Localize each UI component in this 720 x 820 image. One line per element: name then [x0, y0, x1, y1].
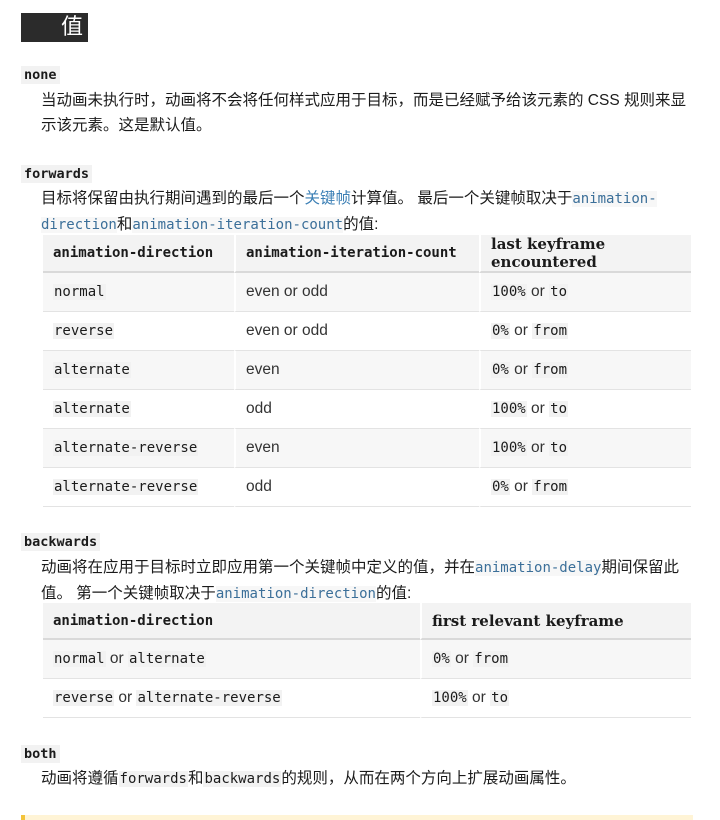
count-cell: even [234, 351, 479, 390]
backwards-desc-text-a: 动画将在应用于目标时立即应用第一个关键帧中定义的值，并在 [41, 559, 476, 576]
count-cell: odd [234, 390, 479, 429]
keyframe-cell: 0% or from [479, 351, 691, 390]
animation-iteration-count-link[interactable]: animation-iteration-count [132, 217, 344, 233]
table-row: alternate-reverse even 100% or to [43, 429, 691, 468]
table-row: alternate odd 100% or to [43, 390, 691, 429]
table-row: alternate-reverse odd 0% or from [43, 468, 691, 507]
direction-cell: alternate-reverse [43, 429, 234, 468]
term-forwards: forwards [21, 165, 93, 183]
forwards-code: forwards [118, 771, 188, 787]
backwards-description: 动画将在应用于目标时立即应用第一个关键帧中定义的值，并在animation-de… [41, 555, 696, 607]
both-desc-text-b: 和 [187, 770, 204, 787]
direction-cell: reverse [43, 312, 234, 351]
column-header: first relevant keyframe [420, 603, 691, 640]
document: 值 none 当动画未执行时，动画将不会将任何样式应用于目标，而是已经赋予给该元… [0, 0, 720, 820]
table-row: normal or alternate 0% or from [43, 640, 691, 679]
column-header: animation-direction [43, 603, 420, 640]
forwards-desc-text-a: 目标将保留由执行期间遇到的最后一个 [41, 190, 305, 207]
keyframe-cell: 0% or from [479, 468, 691, 507]
note-callout [21, 815, 693, 820]
term-both: both [21, 745, 60, 763]
keyframe-cell: 100% or to [479, 273, 691, 312]
animation-delay-link[interactable]: animation-delay [475, 560, 602, 576]
term-none: none [21, 66, 60, 84]
table-header-row: animation-direction animation-iteration-… [43, 235, 691, 273]
direction-cell: alternate-reverse [43, 468, 234, 507]
table-header-row: animation-direction first relevant keyfr… [43, 603, 691, 640]
table-row: normal even or odd 100% or to [43, 273, 691, 312]
term-backwards: backwards [21, 533, 101, 551]
forwards-desc-text-c: 和 [116, 216, 133, 233]
direction-cell: alternate [43, 351, 234, 390]
keyframe-link[interactable]: 关键帧 [305, 190, 352, 207]
none-description: 当动画未执行时，动画将不会将任何样式应用于目标，而是已经赋予给该元素的 CSS … [41, 92, 686, 134]
forwards-desc-text-b: 计算值。 最后一个关键帧取决于 [351, 190, 573, 207]
count-cell: even or odd [234, 312, 479, 351]
count-cell: odd [234, 468, 479, 507]
forwards-description: 目标将保留由执行期间遇到的最后一个关键帧计算值。 最后一个关键帧取决于 anima… [41, 186, 696, 238]
table-row: reverse even or odd 0% or from [43, 312, 691, 351]
keyframe-cell: 100% or to [420, 679, 691, 718]
column-header: animation-direction [43, 235, 234, 273]
section-heading: 值 [21, 13, 88, 42]
note-callout-accent [21, 815, 25, 820]
both-description: 动画将遵循forwards和backwards的规则，从而在两个方向上扩展动画属… [41, 766, 696, 792]
count-cell: even or odd [234, 273, 479, 312]
keyframe-cell: 0% or from [420, 640, 691, 679]
both-desc-text-c: 的规则，从而在两个方向上扩展动画属性。 [281, 770, 576, 787]
count-cell: even [234, 429, 479, 468]
keyframe-cell: 0% or from [479, 312, 691, 351]
backwards-code: backwards [203, 771, 282, 787]
forwards-table: animation-direction animation-iteration-… [43, 235, 691, 507]
forwards-desc-text-d: 的值: [343, 216, 379, 233]
direction-cell: normal or alternate [43, 640, 420, 679]
table-row: alternate even 0% or from [43, 351, 691, 390]
keyframe-cell: 100% or to [479, 390, 691, 429]
direction-cell: normal [43, 273, 234, 312]
animation-direction-link[interactable]: animation-direction [215, 586, 376, 602]
backwards-table: animation-direction first relevant keyfr… [43, 603, 691, 718]
column-header: animation-iteration-count [234, 235, 479, 273]
both-desc-text-a: 动画将遵循 [41, 770, 119, 787]
column-header: last keyframe encountered [479, 235, 691, 273]
table-row: reverse or alternate-reverse 100% or to [43, 679, 691, 718]
keyframe-cell: 100% or to [479, 429, 691, 468]
direction-cell: alternate [43, 390, 234, 429]
direction-cell: reverse or alternate-reverse [43, 679, 420, 718]
backwards-desc-text-c: 的值: [375, 585, 412, 602]
